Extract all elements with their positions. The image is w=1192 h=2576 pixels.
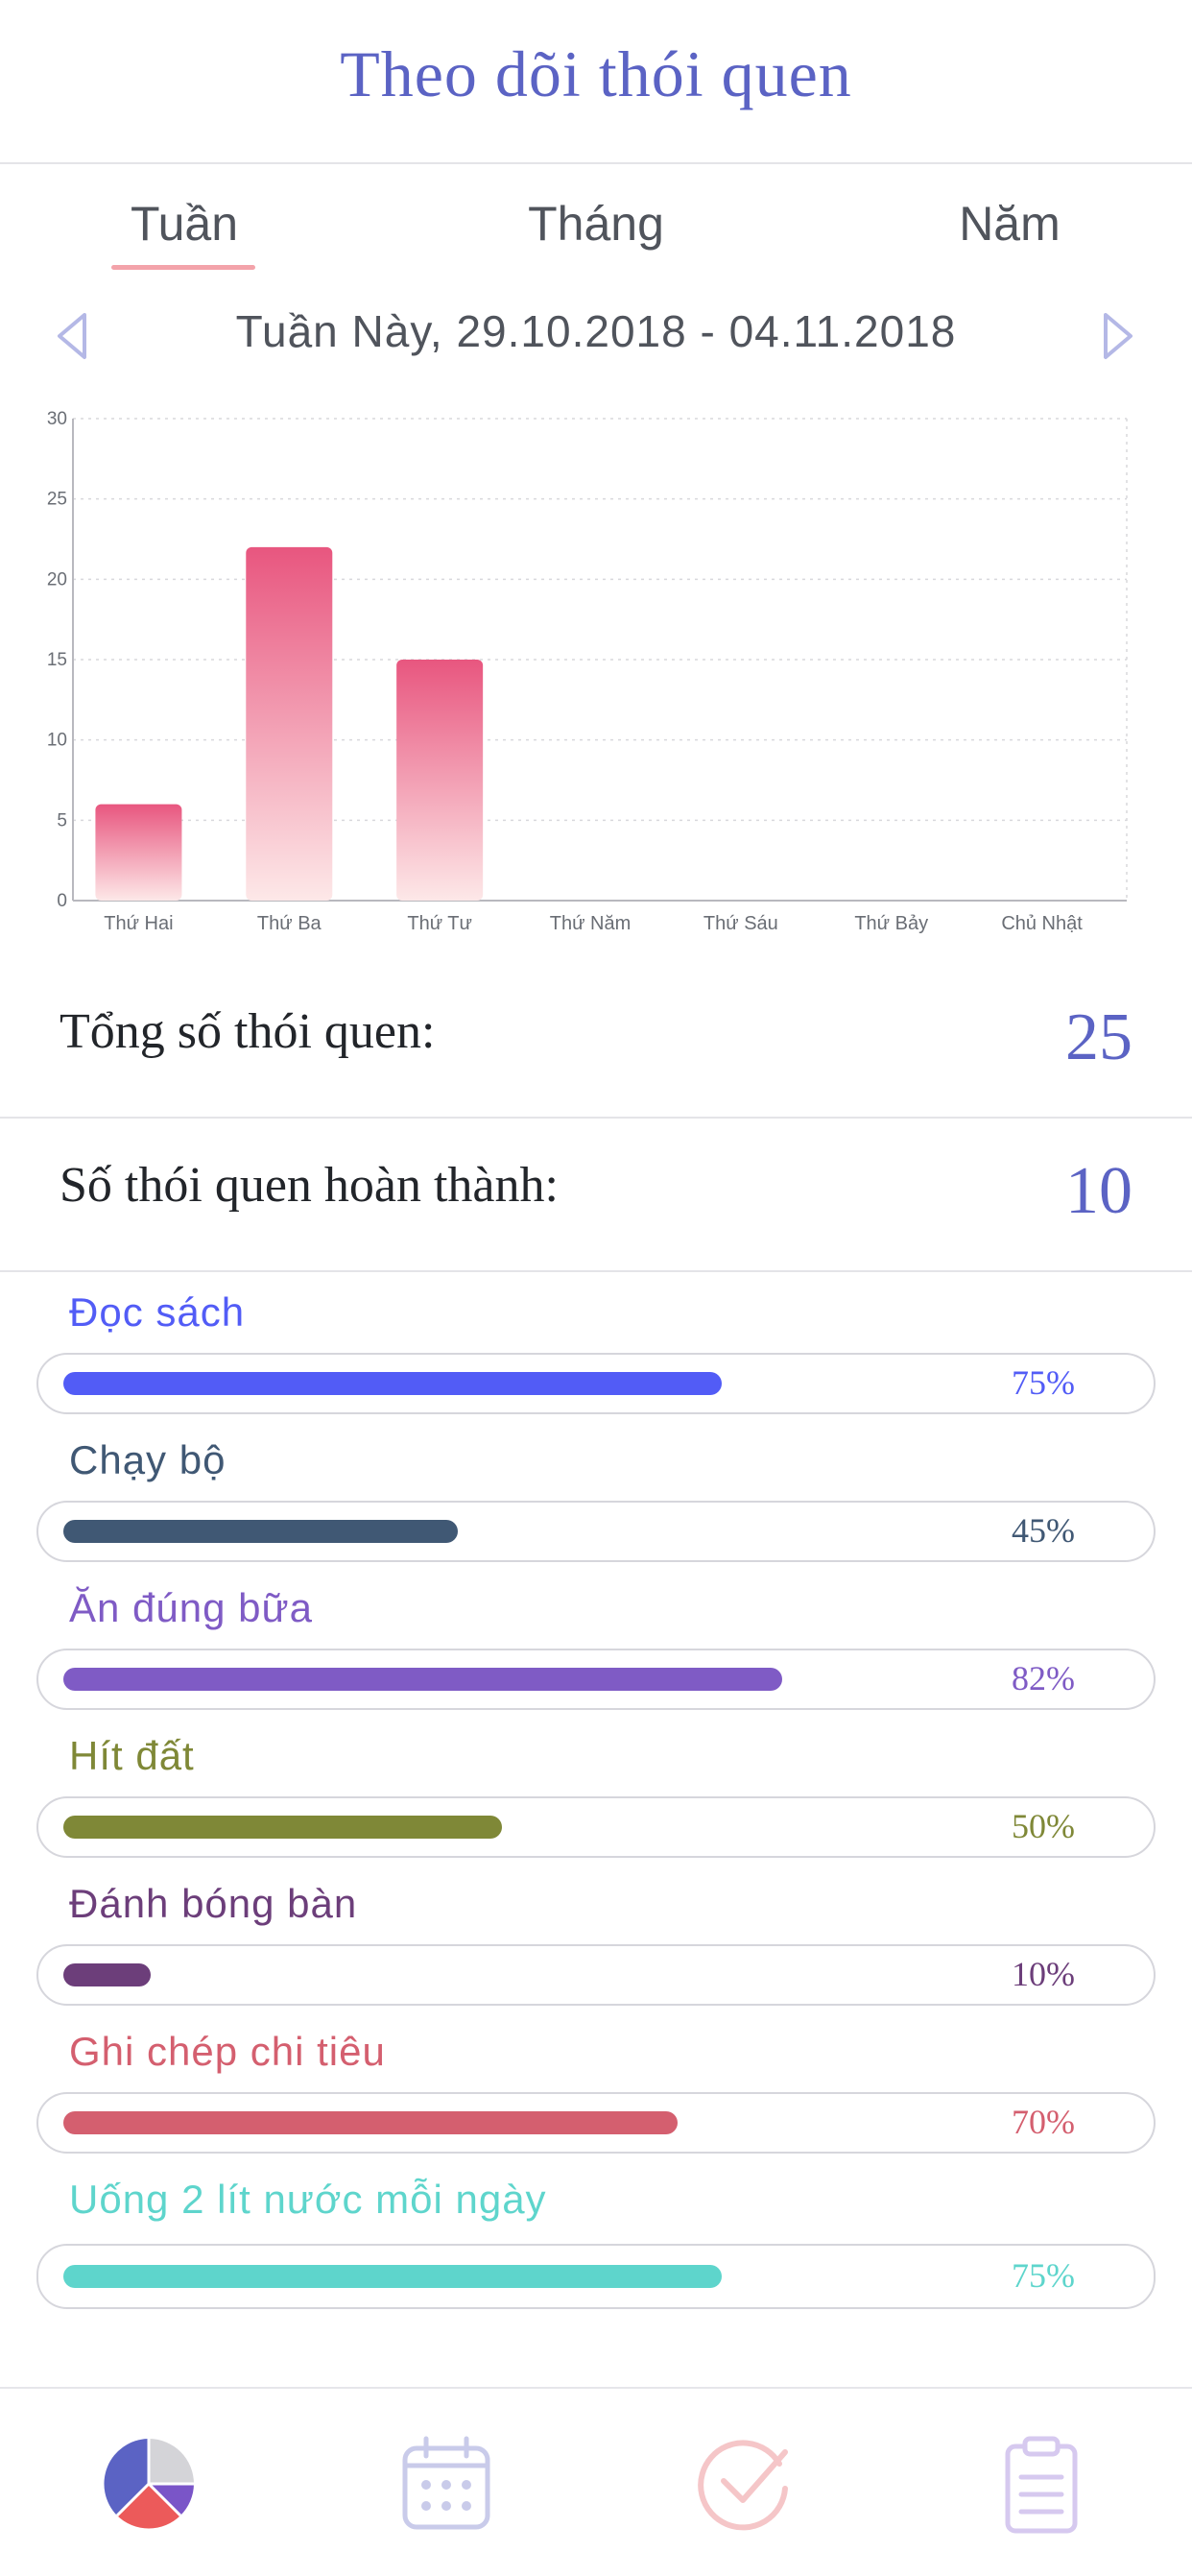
date-range-selector: Tuần Này, 29.10.2018 - 04.11.2018 bbox=[0, 298, 1192, 374]
pie-chart-icon bbox=[104, 2439, 194, 2529]
total-habits-value: 25 bbox=[1065, 1000, 1132, 1074]
progress-track: 75% bbox=[36, 1353, 1156, 1414]
habit-name: Hít đất bbox=[69, 1733, 195, 1778]
completed-habits-value: 10 bbox=[1065, 1154, 1132, 1228]
progress-fill bbox=[63, 1963, 151, 1986]
habit-name: Đánh bóng bàn bbox=[69, 1881, 358, 1926]
progress-percent: 75% bbox=[1012, 2256, 1075, 2295]
y-tick-label: 25 bbox=[47, 490, 67, 510]
date-range-label: Tuần Này, 29.10.2018 - 04.11.2018 bbox=[235, 306, 957, 356]
progress-fill bbox=[63, 1372, 722, 1395]
calendar-icon bbox=[402, 2436, 490, 2530]
period-tabs: Tuần Tháng Năm bbox=[0, 182, 1192, 278]
tab-year[interactable]: Năm bbox=[885, 196, 1134, 252]
nav-statistics[interactable] bbox=[96, 2431, 202, 2537]
habit-item[interactable]: Uống 2 lít nước mỗi ngày 75% bbox=[0, 2169, 1192, 2317]
check-circle-icon bbox=[698, 2440, 788, 2531]
habit-name: Uống 2 lít nước mỗi ngày bbox=[69, 2177, 547, 2222]
progress-fill bbox=[63, 2265, 722, 2288]
nav-calendar[interactable] bbox=[393, 2431, 499, 2537]
page-title: Theo dõi thói quen bbox=[340, 37, 852, 110]
x-tick-label: Chủ Nhật bbox=[1001, 913, 1083, 934]
chart-bar bbox=[396, 660, 484, 901]
x-tick-label: Thứ Bảy bbox=[854, 913, 928, 934]
x-tick-label: Thứ Ba bbox=[257, 913, 322, 934]
y-tick-label: 15 bbox=[47, 650, 67, 670]
progress-track: 82% bbox=[36, 1649, 1156, 1710]
habit-name: Ăn đúng bữa bbox=[69, 1585, 313, 1630]
progress-percent: 75% bbox=[1012, 1363, 1075, 1402]
progress-percent: 70% bbox=[1012, 2103, 1075, 2141]
nav-notes[interactable] bbox=[989, 2431, 1094, 2537]
completed-habits-label: Số thói quen hoàn thành: bbox=[60, 1158, 559, 1213]
habit-bar-chart: 0 5 10 15 20 25 30 Thứ Hai Thứ Ba Thứ Tư Thứ Năm T… bbox=[38, 403, 1171, 941]
tab-week[interactable]: Tuần bbox=[60, 196, 309, 252]
progress-fill bbox=[63, 1668, 782, 1691]
x-tick-label: Thứ Năm bbox=[550, 913, 632, 934]
y-tick-label: 0 bbox=[57, 891, 67, 911]
bottom-navigation bbox=[0, 2387, 1192, 2576]
total-habits-label: Tổng số thói quen: bbox=[60, 1004, 436, 1059]
habit-item[interactable]: Hít đất 50% bbox=[0, 1725, 1192, 1873]
progress-fill bbox=[63, 1816, 502, 1839]
habit-item[interactable]: Ghi chép chi tiêu 70% bbox=[0, 2021, 1192, 2169]
next-week-button[interactable] bbox=[1092, 309, 1140, 363]
progress-percent: 50% bbox=[1012, 1807, 1075, 1845]
x-tick-label: Thứ Hai bbox=[104, 913, 173, 934]
progress-fill bbox=[63, 1520, 458, 1543]
progress-percent: 45% bbox=[1012, 1511, 1075, 1550]
habit-name: Chạy bộ bbox=[69, 1437, 226, 1482]
chevron-right-icon bbox=[1104, 313, 1132, 359]
habit-item[interactable]: Đọc sách 75% bbox=[0, 1282, 1192, 1430]
progress-percent: 82% bbox=[1012, 1659, 1075, 1697]
completed-habits-row: Số thói quen hoàn thành: 10 bbox=[0, 1119, 1192, 1272]
x-tick-label: Thứ Sáu bbox=[703, 913, 778, 934]
y-tick-label: 20 bbox=[47, 569, 67, 590]
progress-track: 45% bbox=[36, 1501, 1156, 1562]
clipboard-list-icon bbox=[1005, 2436, 1078, 2534]
nav-checklist[interactable] bbox=[691, 2431, 797, 2537]
chart-bar bbox=[95, 804, 182, 901]
progress-track: 75% bbox=[36, 2244, 1156, 2309]
chart-bar bbox=[246, 546, 333, 901]
habit-item[interactable]: Ăn đúng bữa 82% bbox=[0, 1577, 1192, 1725]
progress-track: 70% bbox=[36, 2092, 1156, 2154]
progress-track: 50% bbox=[36, 1796, 1156, 1858]
active-tab-indicator bbox=[111, 265, 255, 270]
habit-name: Đọc sách bbox=[69, 1289, 246, 1335]
y-tick-label: 10 bbox=[47, 731, 67, 751]
progress-percent: 10% bbox=[1012, 1955, 1075, 1993]
y-tick-label: 30 bbox=[47, 409, 67, 429]
tab-month[interactable]: Tháng bbox=[471, 196, 721, 252]
habit-item[interactable]: Đánh bóng bàn 10% bbox=[0, 1873, 1192, 2021]
habit-item[interactable]: Chạy bộ 45% bbox=[0, 1430, 1192, 1577]
progress-track: 10% bbox=[36, 1944, 1156, 2006]
x-tick-label: Thứ Tư bbox=[407, 913, 472, 934]
progress-fill bbox=[63, 2111, 678, 2134]
y-tick-label: 5 bbox=[57, 810, 67, 831]
habit-name: Ghi chép chi tiêu bbox=[69, 2029, 386, 2074]
app-header: Theo dõi thói quen bbox=[0, 0, 1192, 164]
total-habits-row: Tổng số thói quen: 25 bbox=[0, 965, 1192, 1119]
